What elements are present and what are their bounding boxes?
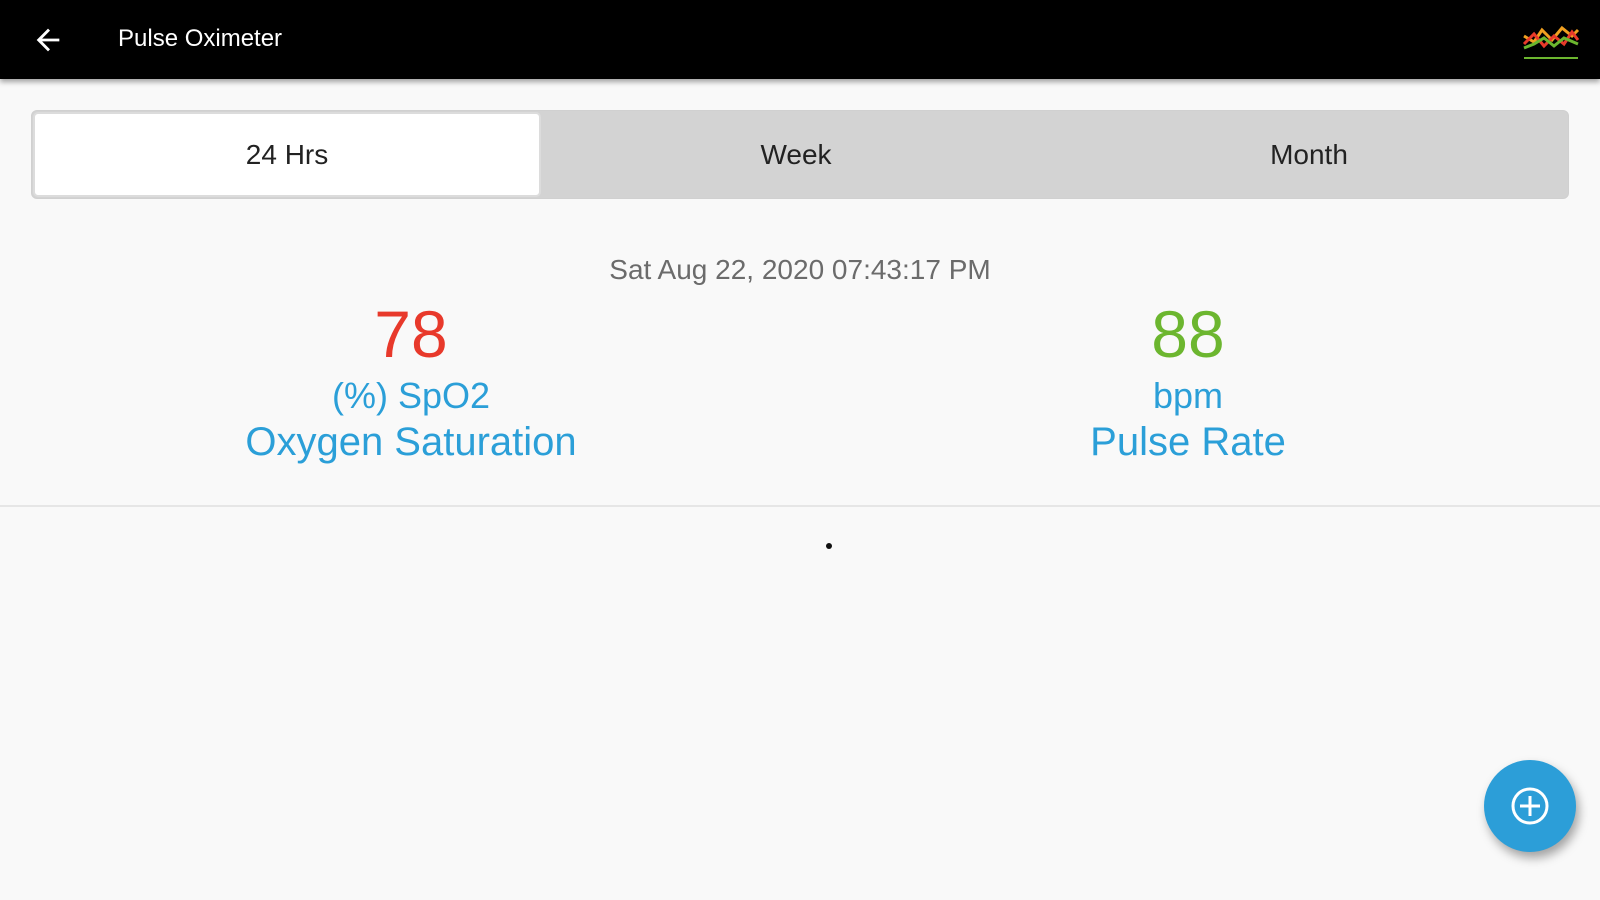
pulse-unit: bpm bbox=[1152, 375, 1224, 416]
pulse-reading: 88 bpm Pulse Rate bbox=[908, 296, 1468, 466]
app-title: Pulse Oximeter bbox=[118, 25, 283, 52]
spo2-value: 78 bbox=[374, 297, 448, 371]
tab-label: 24 Hrs bbox=[245, 138, 329, 170]
chart-button[interactable] bbox=[1520, 14, 1582, 64]
spo2-reading: 78 (%) SpO2 Oxygen Saturation bbox=[131, 296, 691, 466]
spo2-unit: (%) SpO2 bbox=[331, 375, 491, 416]
tab-label: Week bbox=[760, 138, 832, 170]
add-reading-button[interactable] bbox=[1484, 760, 1576, 852]
tab-week[interactable]: Week bbox=[542, 111, 1050, 198]
reading-timestamp: Sat Aug 22, 2020 07:43:17 PM bbox=[609, 254, 991, 285]
trend-chart-icon bbox=[1522, 25, 1580, 59]
tab-24-hrs[interactable]: 24 Hrs bbox=[33, 112, 541, 197]
history-chart-area bbox=[0, 507, 1600, 900]
tab-label: Month bbox=[1270, 138, 1348, 170]
spo2-label: Oxygen Saturation bbox=[245, 420, 577, 464]
tab-month[interactable]: Month bbox=[1050, 111, 1568, 198]
pulse-value: 88 bbox=[1151, 297, 1225, 371]
add-circle-icon bbox=[1511, 787, 1549, 825]
app-bar: Pulse Oximeter bbox=[0, 0, 1600, 79]
chart-data-point bbox=[826, 543, 832, 549]
arrow-left-icon bbox=[36, 28, 60, 52]
back-button[interactable] bbox=[28, 20, 68, 60]
pulse-label: Pulse Rate bbox=[1090, 420, 1286, 464]
period-tabs: 24 Hrs Week Month bbox=[31, 110, 1569, 199]
